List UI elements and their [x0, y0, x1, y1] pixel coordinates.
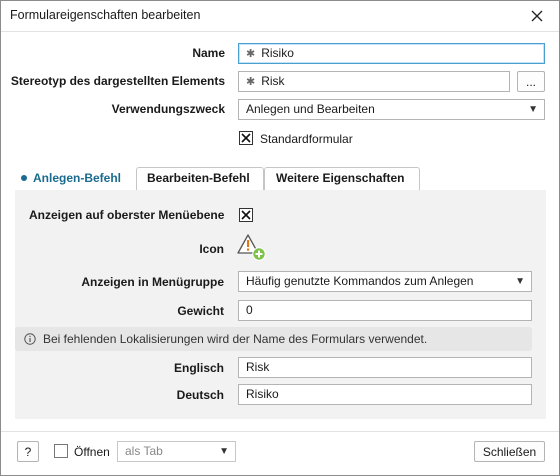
purpose-value: Anlegen und Bearbeiten: [246, 102, 375, 116]
standard-form-checkbox[interactable]: [239, 131, 253, 145]
title-divider: [1, 31, 559, 32]
show-top-menu-label: Anzeigen auf oberster Menüebene: [29, 208, 225, 222]
name-label: Name: [192, 46, 225, 60]
stereotype-label: Stereotyp des dargestellten Elements: [10, 74, 225, 88]
weight-input[interactable]: 0: [238, 300, 532, 321]
stereotype-input[interactable]: ✱ Risk: [238, 71, 510, 92]
tab-label: Bearbeiten-Befehl: [147, 171, 250, 185]
chevron-down-icon: ▼: [515, 276, 525, 287]
active-tab-indicator: [21, 174, 27, 181]
footer-divider: [1, 431, 559, 432]
checkmark-icon: [241, 210, 251, 220]
weight-value: 0: [246, 303, 253, 317]
menu-group-select[interactable]: Häufig genutzte Kommandos zum Anlegen ▼: [238, 271, 532, 292]
tab-bearbeiten-befehl[interactable]: Bearbeiten-Befehl: [147, 167, 250, 190]
tab-panel: Anzeigen auf oberster Menüebene Icon Anz…: [15, 190, 546, 419]
tab-bar: Anlegen-Befehl Bearbeiten-Befehl Weitere…: [15, 167, 546, 190]
tab-anlegen-befehl[interactable]: Anlegen-Befehl: [21, 167, 121, 190]
required-icon: ✱: [246, 48, 256, 60]
info-icon: [24, 333, 36, 345]
name-input[interactable]: ✱ Risiko: [238, 43, 545, 64]
info-message: Bei fehlenden Lokalisierungen wird der N…: [15, 327, 532, 351]
german-label: Deutsch: [176, 388, 224, 402]
menu-group-label: Anzeigen in Menügruppe: [81, 275, 224, 289]
english-input[interactable]: Risk: [238, 357, 532, 378]
close-button[interactable]: Schließen: [474, 441, 545, 462]
help-button[interactable]: ?: [17, 441, 39, 462]
open-mode-value: als Tab: [125, 444, 163, 458]
open-checkbox[interactable]: [54, 444, 68, 458]
form-icon-picker[interactable]: [237, 233, 269, 263]
tab-weitere-eigenschaften[interactable]: Weitere Eigenschaften: [276, 167, 404, 190]
close-icon: [531, 10, 543, 22]
purpose-select[interactable]: Anlegen und Bearbeiten ▼: [238, 99, 545, 120]
chevron-down-icon: ▼: [528, 104, 538, 115]
purpose-label: Verwendungszweck: [111, 102, 225, 116]
open-label: Öffnen: [74, 445, 110, 459]
tab-label: Anlegen-Befehl: [33, 171, 122, 185]
title-bar: Formulareigenschaften bearbeiten: [1, 1, 559, 31]
icon-label: Icon: [199, 242, 224, 256]
stereotype-value: Risk: [261, 74, 285, 88]
close-window-button[interactable]: [527, 6, 547, 26]
english-value: Risk: [246, 360, 270, 374]
weight-label: Gewicht: [177, 304, 224, 318]
window-title: Formulareigenschaften bearbeiten: [10, 8, 201, 22]
standard-form-label: Standardformular: [260, 132, 353, 146]
menu-group-value: Häufig genutzte Kommandos zum Anlegen: [246, 274, 474, 288]
stereotype-browse-button[interactable]: ...: [517, 71, 545, 92]
open-mode-select[interactable]: als Tab ▼: [117, 441, 236, 462]
english-label: Englisch: [173, 361, 224, 375]
checkmark-icon: [241, 133, 251, 143]
german-input[interactable]: Risiko: [238, 384, 532, 405]
warning-add-icon: [237, 234, 266, 261]
dialog-window: Formulareigenschaften bearbeiten Name ✱ R…: [0, 0, 560, 476]
name-value: Risiko: [261, 46, 294, 60]
chevron-down-icon: ▼: [219, 446, 229, 457]
info-text: Bei fehlenden Lokalisierungen wird der N…: [43, 332, 428, 346]
german-value: Risiko: [246, 387, 279, 401]
required-icon: ✱: [246, 76, 256, 88]
show-top-menu-checkbox[interactable]: [239, 208, 253, 222]
tab-label: Weitere Eigenschaften: [276, 171, 405, 185]
